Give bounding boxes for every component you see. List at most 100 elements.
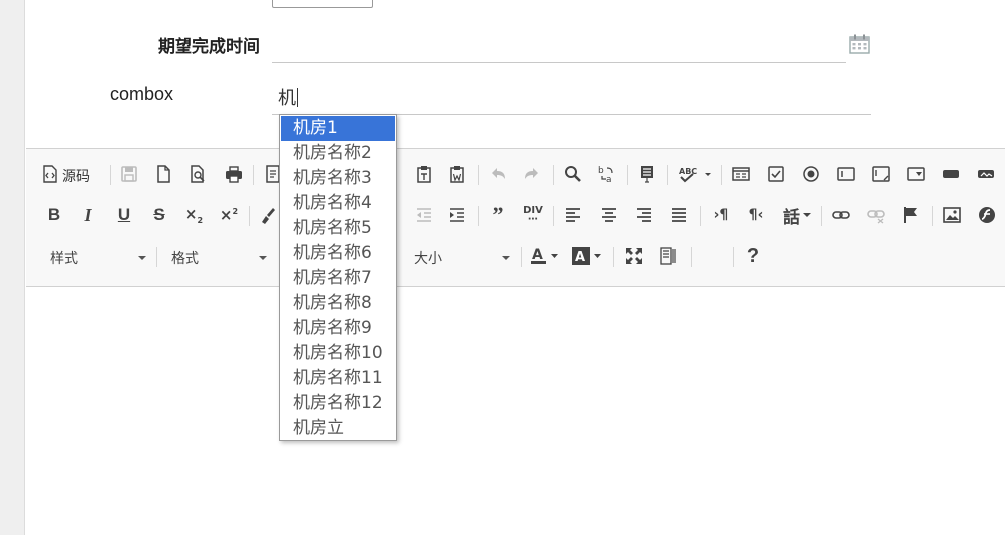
partial-field-above[interactable] bbox=[272, 0, 373, 8]
styles-combo[interactable]: 样式 bbox=[50, 245, 146, 271]
format-combo-label: 格式 bbox=[171, 251, 199, 267]
outdent-icon[interactable] bbox=[411, 202, 437, 228]
toolbar-row-1: 源码 ba ABC bbox=[26, 161, 1005, 191]
svg-text:A: A bbox=[575, 250, 585, 265]
toolbar-separator bbox=[478, 206, 479, 226]
text-field-icon[interactable] bbox=[833, 161, 859, 187]
help-icon[interactable]: ? bbox=[740, 243, 766, 269]
image-button-icon[interactable] bbox=[973, 161, 999, 187]
combox-label: combox bbox=[110, 84, 174, 104]
underline-icon[interactable]: U bbox=[111, 202, 137, 228]
dropdown-option[interactable]: 机房名称9 bbox=[280, 316, 396, 341]
dropdown-option[interactable]: 机房名称3 bbox=[280, 166, 396, 191]
toolbar-separator bbox=[932, 206, 933, 226]
rich-text-editor: 源码 ba ABC B I U S ×2 ×2 ” DIV ⋯ ›¶ ¶‹ 話 … bbox=[26, 148, 1005, 535]
toolbar-separator bbox=[553, 206, 554, 226]
dropdown-option[interactable]: 机房名称10 bbox=[280, 341, 396, 366]
toolbar-separator bbox=[478, 165, 479, 185]
remove-format-icon[interactable] bbox=[254, 202, 280, 228]
align-left-icon[interactable] bbox=[560, 202, 586, 228]
expected-date-label: 期望完成时间 bbox=[158, 37, 260, 56]
format-combo[interactable]: 格式 bbox=[171, 245, 267, 271]
create-div-icon[interactable]: DIV ⋯ bbox=[520, 202, 546, 228]
svg-text:ABC: ABC bbox=[679, 167, 697, 176]
styles-combo-label: 样式 bbox=[50, 251, 78, 267]
calendar-icon[interactable] bbox=[849, 34, 870, 54]
dropdown-option[interactable]: 机房立 bbox=[280, 416, 396, 441]
toolbar-separator bbox=[613, 247, 614, 267]
replace-icon[interactable]: ba bbox=[594, 161, 620, 187]
justify-icon[interactable] bbox=[666, 202, 692, 228]
background-color-icon[interactable]: A bbox=[569, 243, 605, 269]
find-icon[interactable] bbox=[560, 161, 586, 187]
show-blocks-icon[interactable] bbox=[656, 243, 682, 269]
ltr-icon[interactable]: ›¶ bbox=[708, 202, 734, 228]
textarea-icon[interactable] bbox=[868, 161, 894, 187]
rtl-icon[interactable]: ¶‹ bbox=[743, 202, 769, 228]
expected-date-input[interactable] bbox=[272, 28, 846, 63]
superscript-icon[interactable]: ×2 bbox=[216, 202, 242, 228]
toolbar-separator bbox=[821, 206, 822, 226]
radio-icon[interactable] bbox=[798, 161, 824, 187]
form-icon[interactable] bbox=[728, 161, 754, 187]
toolbar-separator bbox=[700, 206, 701, 226]
link-icon[interactable] bbox=[828, 202, 854, 228]
save-icon[interactable] bbox=[116, 161, 142, 187]
dropdown-option[interactable]: 机房1 bbox=[281, 116, 395, 141]
dropdown-option[interactable]: 机房名称11 bbox=[280, 366, 396, 391]
paste-word-icon[interactable] bbox=[444, 161, 470, 187]
toolbar-separator bbox=[253, 165, 254, 185]
button-field-icon[interactable] bbox=[938, 161, 964, 187]
dropdown-option[interactable]: 机房名称4 bbox=[280, 191, 396, 216]
checkbox-icon[interactable] bbox=[763, 161, 789, 187]
strikethrough-icon[interactable]: S bbox=[146, 202, 172, 228]
combox-input[interactable] bbox=[272, 80, 871, 115]
image-icon[interactable] bbox=[939, 202, 965, 228]
italic-icon[interactable]: I bbox=[75, 202, 101, 228]
toolbar-separator bbox=[110, 165, 111, 185]
text-color-icon[interactable]: A bbox=[527, 243, 563, 269]
toolbar-separator bbox=[627, 165, 628, 185]
chevron-down-icon bbox=[138, 256, 146, 260]
flash-icon[interactable] bbox=[974, 202, 1000, 228]
new-page-icon[interactable] bbox=[150, 161, 176, 187]
source-icon bbox=[42, 165, 58, 187]
indent-icon[interactable] bbox=[444, 202, 470, 228]
svg-text:b: b bbox=[598, 166, 604, 176]
svg-text:a: a bbox=[606, 175, 612, 183]
print-icon[interactable] bbox=[221, 161, 247, 187]
spellcheck-icon[interactable]: ABC bbox=[676, 161, 716, 187]
toolbar-separator bbox=[249, 206, 250, 226]
unlink-icon[interactable] bbox=[863, 202, 889, 228]
maximize-icon[interactable] bbox=[621, 243, 647, 269]
redo-icon[interactable] bbox=[519, 161, 545, 187]
language-icon[interactable]: 話 bbox=[778, 202, 816, 228]
svg-text:A: A bbox=[532, 247, 543, 263]
dropdown-option[interactable]: 机房名称6 bbox=[280, 241, 396, 266]
chevron-down-icon bbox=[502, 256, 510, 260]
toolbar-separator bbox=[733, 247, 734, 267]
dropdown-option[interactable]: 机房名称7 bbox=[280, 266, 396, 291]
subscript-icon[interactable]: ×2 bbox=[181, 202, 207, 228]
align-center-icon[interactable] bbox=[596, 202, 622, 228]
preview-icon[interactable] bbox=[185, 161, 211, 187]
undo-icon[interactable] bbox=[485, 161, 511, 187]
toolbar-separator bbox=[667, 165, 668, 185]
editor-toolbar: 源码 ba ABC B I U S ×2 ×2 ” DIV ⋯ ›¶ ¶‹ 話 … bbox=[26, 149, 1005, 287]
bold-icon[interactable]: B bbox=[41, 202, 67, 228]
toolbar-row-2: B I U S ×2 ×2 ” DIV ⋯ ›¶ ¶‹ 話 bbox=[26, 202, 1005, 232]
select-all-icon[interactable] bbox=[634, 161, 660, 187]
select-field-icon[interactable] bbox=[903, 161, 929, 187]
anchor-flag-icon[interactable] bbox=[898, 202, 924, 228]
dropdown-option[interactable]: 机房名称5 bbox=[280, 216, 396, 241]
paste-text-icon[interactable] bbox=[411, 161, 437, 187]
toolbar-separator bbox=[553, 165, 554, 185]
align-right-icon[interactable] bbox=[631, 202, 657, 228]
blockquote-icon[interactable]: ” bbox=[485, 202, 511, 228]
dropdown-option[interactable]: 机房名称12 bbox=[280, 391, 396, 416]
dropdown-option[interactable]: 机房名称2 bbox=[280, 141, 396, 166]
source-button[interactable]: 源码 bbox=[42, 163, 90, 189]
size-combo[interactable]: 大小 bbox=[414, 245, 510, 271]
toolbar-separator bbox=[156, 247, 157, 267]
dropdown-option[interactable]: 机房名称8 bbox=[280, 291, 396, 316]
